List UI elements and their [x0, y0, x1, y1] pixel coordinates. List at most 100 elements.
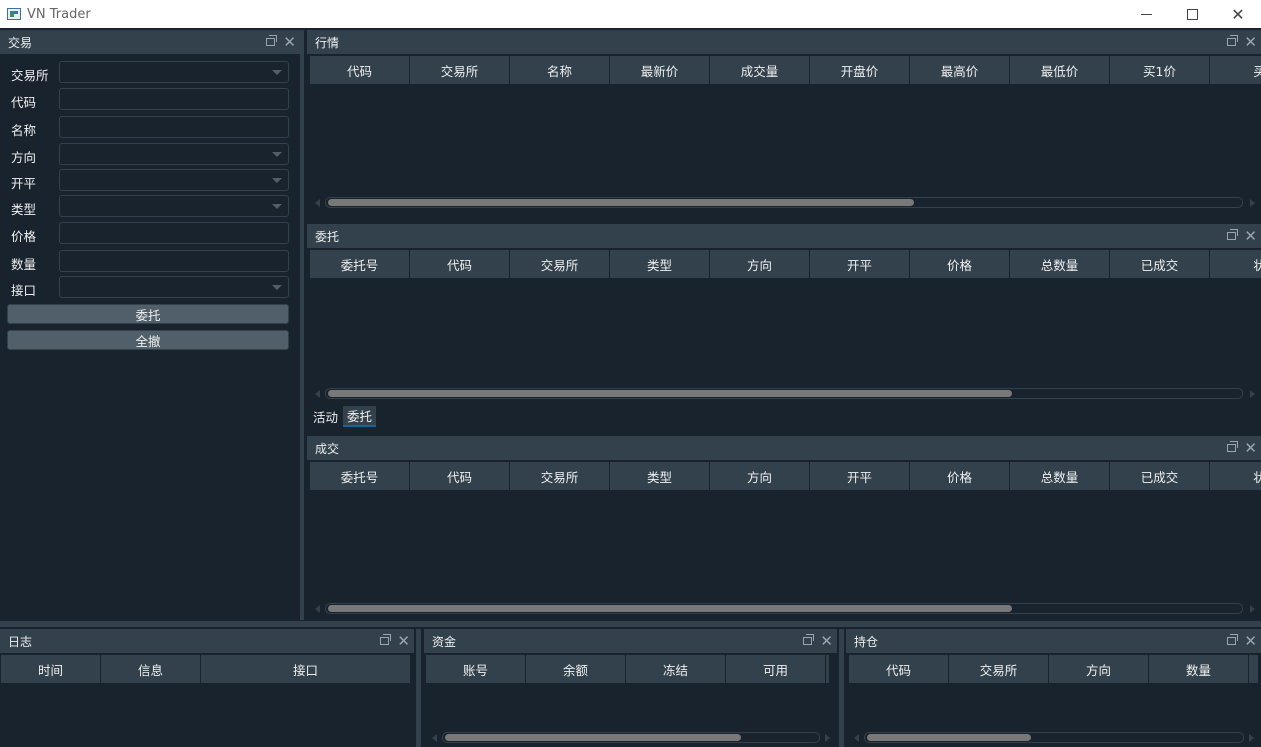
column-header[interactable]: 价格: [910, 462, 1010, 490]
scroll-right-icon[interactable]: [1249, 734, 1254, 742]
close-icon[interactable]: ✕: [1244, 34, 1257, 50]
bottom-splitter-1[interactable]: [416, 629, 421, 747]
column-header[interactable]: 可用: [726, 655, 826, 683]
market-hscrollbar[interactable]: [315, 197, 1255, 208]
account-hscrollbar[interactable]: [432, 732, 832, 743]
scroll-left-icon[interactable]: [854, 734, 859, 742]
orders-hscrollbar[interactable]: [315, 388, 1255, 399]
column-header[interactable]: 余额: [526, 655, 626, 683]
column-header[interactable]: 代码: [410, 462, 510, 490]
column-header[interactable]: 代码: [310, 56, 410, 84]
close-icon[interactable]: ✕: [283, 34, 296, 50]
scroll-handle[interactable]: [867, 734, 1031, 741]
form-combo[interactable]: [59, 143, 289, 165]
minimize-button[interactable]: [1123, 0, 1169, 28]
tab-all-orders[interactable]: 委托: [343, 406, 377, 427]
column-header[interactable]: 方向: [1049, 655, 1149, 683]
column-header[interactable]: 冻结: [626, 655, 726, 683]
column-header[interactable]: 委托号: [310, 250, 410, 278]
column-header[interactable]: 类型: [610, 462, 710, 490]
close-icon[interactable]: ✕: [1244, 440, 1257, 456]
column-header[interactable]: 交易所: [949, 655, 1049, 683]
column-header[interactable]: 开盘价: [810, 56, 910, 84]
maximize-button[interactable]: [1169, 0, 1215, 28]
column-header[interactable]: 交易所: [410, 56, 510, 84]
scroll-right-icon[interactable]: [1250, 390, 1255, 398]
column-header[interactable]: 代码: [410, 250, 510, 278]
float-icon[interactable]: [1227, 634, 1239, 645]
column-header[interactable]: 买1价: [1110, 56, 1210, 84]
form-label: 交易所: [11, 68, 49, 83]
column-header[interactable]: 信息: [101, 655, 201, 683]
column-header[interactable]: 价格: [910, 250, 1010, 278]
column-header[interactable]: 方向: [710, 250, 810, 278]
close-icon[interactable]: ✕: [820, 633, 833, 649]
column-header[interactable]: 账号: [426, 655, 526, 683]
send-order-button[interactable]: 委托: [7, 304, 289, 324]
column-header[interactable]: 开平: [810, 462, 910, 490]
scroll-handle[interactable]: [328, 605, 1012, 612]
close-window-button[interactable]: ✕: [1215, 0, 1261, 28]
column-header[interactable]: 类型: [610, 250, 710, 278]
float-icon[interactable]: [1227, 35, 1239, 46]
bottom-splitter[interactable]: [0, 621, 1261, 627]
float-icon[interactable]: [1227, 229, 1239, 240]
column-header[interactable]: 已成交: [1110, 250, 1210, 278]
column-header[interactable]: 接口: [201, 655, 411, 683]
scroll-handle[interactable]: [445, 734, 741, 741]
position-panel-title: 持仓 ✕: [846, 629, 1261, 653]
column-header[interactable]: 名称: [510, 56, 610, 84]
column-header[interactable]: 时间: [1, 655, 101, 683]
tab-active-orders[interactable]: 活动: [309, 406, 342, 427]
close-icon[interactable]: ✕: [1244, 633, 1257, 649]
close-icon[interactable]: ✕: [397, 633, 410, 649]
bottom-splitter-2[interactable]: [839, 629, 844, 747]
trades-hscrollbar[interactable]: [315, 603, 1255, 614]
scroll-left-icon[interactable]: [315, 605, 320, 613]
float-icon[interactable]: [1227, 441, 1239, 452]
column-header[interactable]: 数量: [1149, 655, 1249, 683]
column-header[interactable]: 买: [1210, 56, 1261, 84]
scroll-right-icon[interactable]: [1250, 199, 1255, 207]
close-icon[interactable]: ✕: [1244, 228, 1257, 244]
main-splitter[interactable]: [300, 30, 304, 620]
column-header[interactable]: 委托号: [310, 462, 410, 490]
form-row: 方向: [0, 143, 300, 165]
column-header[interactable]: 最低价: [1010, 56, 1110, 84]
account-table-header: 账号 余额 冻结 可用: [426, 655, 830, 683]
column-header[interactable]: 最高价: [910, 56, 1010, 84]
column-header[interactable]: 交易所: [510, 250, 610, 278]
scroll-left-icon[interactable]: [315, 199, 320, 207]
form-combo[interactable]: [59, 276, 289, 298]
column-header[interactable]: 状: [1210, 462, 1261, 490]
column-header[interactable]: 总数量: [1010, 250, 1110, 278]
float-icon[interactable]: [803, 634, 815, 645]
float-icon[interactable]: [266, 35, 278, 46]
column-header[interactable]: 成交量: [710, 56, 810, 84]
position-hscrollbar[interactable]: [854, 732, 1256, 743]
scroll-handle[interactable]: [328, 390, 1012, 397]
column-header[interactable]: 最新价: [610, 56, 710, 84]
scroll-right-icon[interactable]: [825, 734, 830, 742]
scroll-handle[interactable]: [328, 199, 914, 206]
column-header[interactable]: 已成交: [1110, 462, 1210, 490]
scroll-right-icon[interactable]: [1250, 605, 1255, 613]
column-header[interactable]: 交易所: [510, 462, 610, 490]
scroll-left-icon[interactable]: [315, 390, 320, 398]
scroll-left-icon[interactable]: [432, 734, 437, 742]
form-combo[interactable]: [59, 61, 289, 83]
column-header[interactable]: 代码: [849, 655, 949, 683]
cancel-all-button[interactable]: 全撤: [7, 330, 289, 350]
form-combo[interactable]: [59, 195, 289, 217]
column-header[interactable]: 总数量: [1010, 462, 1110, 490]
float-icon[interactable]: [380, 634, 392, 645]
form-combo[interactable]: [59, 169, 289, 191]
form-input[interactable]: [59, 250, 289, 272]
form-input[interactable]: [59, 222, 289, 244]
form-input[interactable]: [59, 88, 289, 110]
column-header[interactable]: 方向: [710, 462, 810, 490]
log-panel: 日志 ✕ 时间 信息 接口: [0, 629, 414, 747]
column-header[interactable]: 开平: [810, 250, 910, 278]
column-header[interactable]: 状: [1210, 250, 1261, 278]
form-input[interactable]: [59, 116, 289, 138]
